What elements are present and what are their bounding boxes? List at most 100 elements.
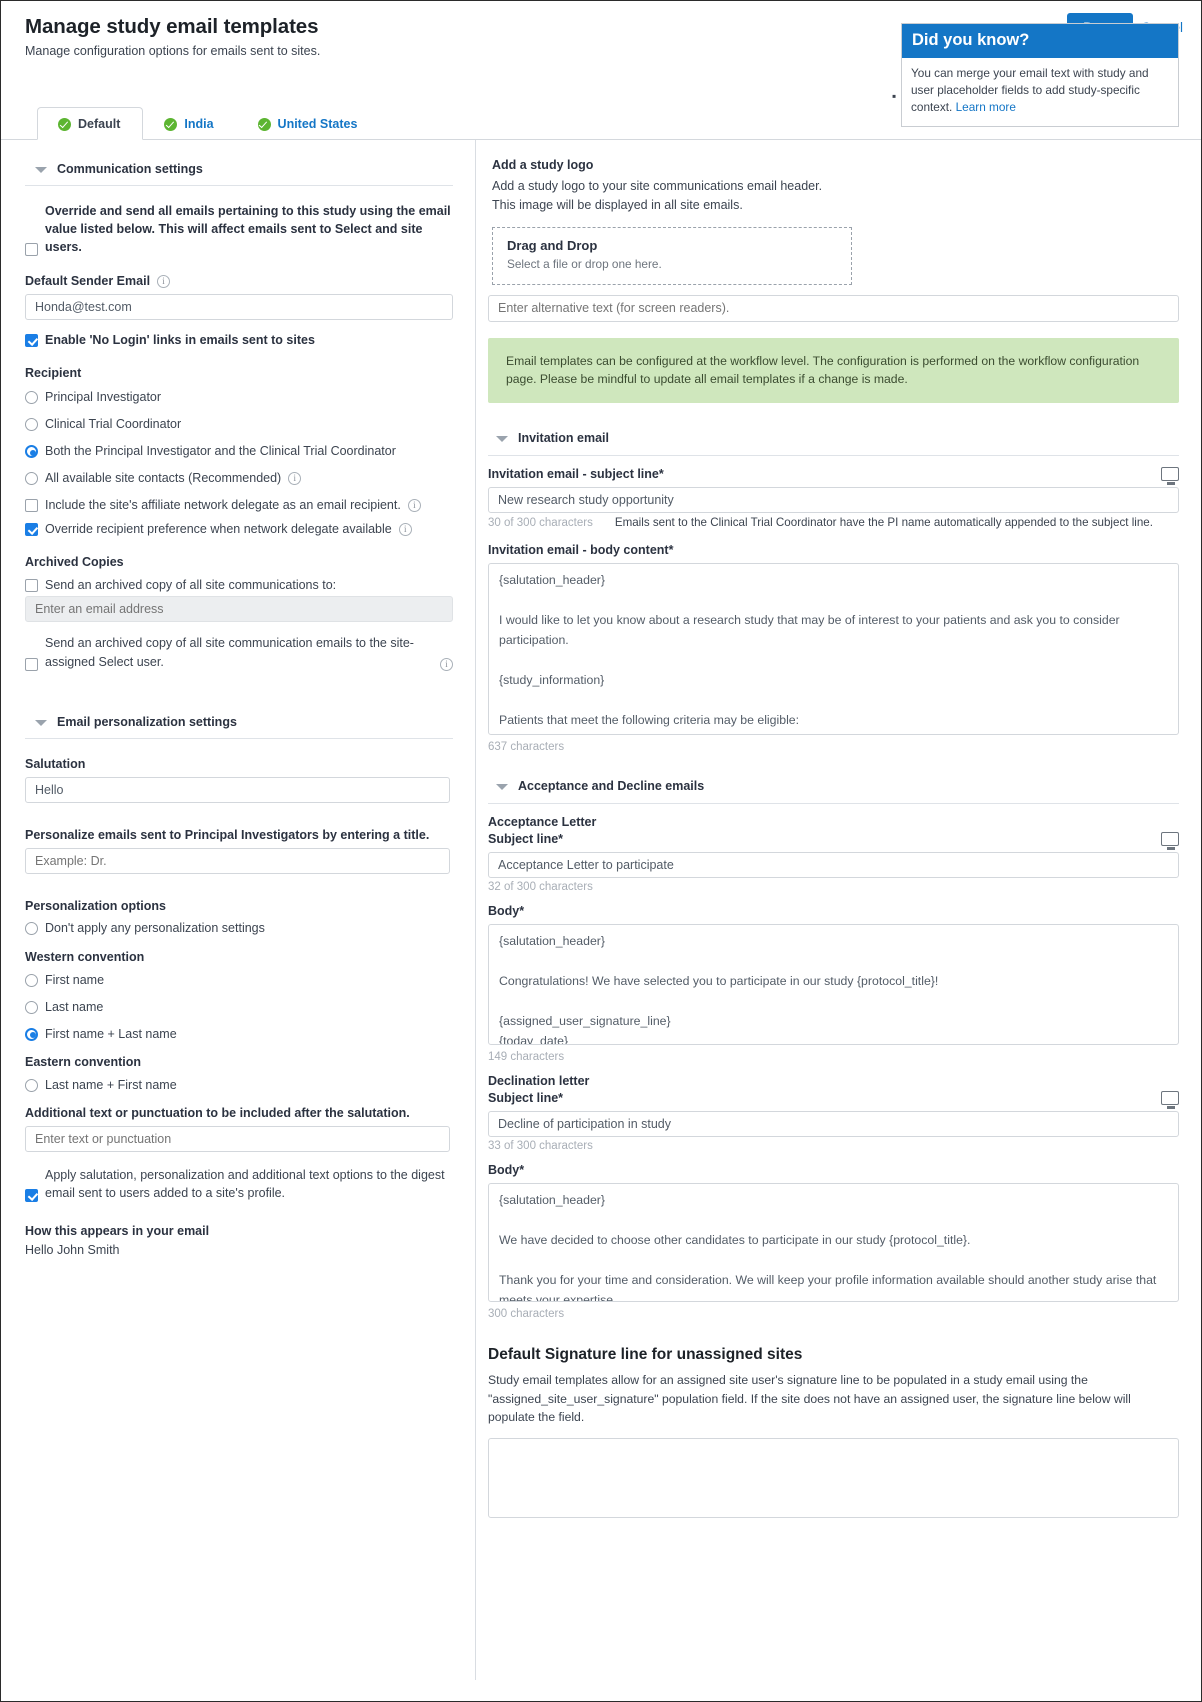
divider [488,455,1179,457]
recipient-radio-all-site-contacts[interactable] [25,472,38,486]
acceptance-subject-input[interactable] [488,852,1179,879]
info-icon[interactable]: i [288,471,302,485]
acceptance-decline-header[interactable]: Acceptance and Decline emails [496,779,1179,793]
additional-text-label: Additional text or punctuation to be inc… [25,1105,410,1120]
did-you-know-title: Did you know? [902,24,1178,58]
logo-alt-text-input[interactable] [488,294,1179,322]
archived-email-input[interactable] [25,596,453,623]
western-option-label: First name [45,972,105,987]
divider [25,185,453,186]
default-signature-title: Default Signature line for unassigned si… [488,1346,803,1364]
affiliate-delegate-checkbox[interactable] [25,499,38,513]
tab-united-states[interactable]: United States [237,107,381,140]
acceptance-subject-label: Subject line* [488,832,564,847]
default-signature-textarea[interactable] [488,1438,1179,1519]
left-column: Communication settings Override and send… [1,140,475,1680]
did-you-know-body: ▪ You can merge your email text with stu… [892,58,1178,126]
archived-select-user-checkbox[interactable] [25,657,38,671]
salutation-input[interactable] [25,776,450,803]
chevron-down-icon [35,167,47,173]
chevron-down-icon [35,719,47,726]
dropzone-subtitle: Select a file or drop one here. [507,256,662,271]
archived-select-user-label: Send an archived copy of all site commun… [45,636,414,669]
section-title: Invitation email [518,431,609,446]
invitation-email-header[interactable]: Invitation email [496,431,1179,445]
personalization-option-label: Don't apply any personalization settings [45,920,265,935]
check-circle-icon [58,117,71,131]
additional-text-input[interactable] [25,1125,450,1152]
tab-default[interactable]: Default [37,107,144,140]
declination-body-counter: 300 characters [488,1308,565,1321]
section-title: Communication settings [57,162,203,176]
archived-copy-checkbox[interactable] [25,579,38,593]
preview-monitor-icon[interactable] [1161,1091,1179,1109]
email-personalization-header[interactable]: Email personalization settings [35,715,453,729]
western-radio-last-name[interactable] [25,1000,38,1014]
email-preview-title: How this appears in your email [25,1223,210,1238]
override-recipient-preference-label: Override recipient preference when netwo… [45,522,392,537]
western-convention-title: Western convention [25,949,145,964]
workflow-notice: Email templates can be configured at the… [488,337,1179,404]
info-icon[interactable]: i [440,657,453,671]
invitation-subject-counter: 30 of 300 characters [488,517,593,530]
tab-label: India [184,117,214,131]
digest-email-label: Apply salutation, personalization and ad… [45,1167,445,1200]
declination-subject-input[interactable] [488,1111,1179,1138]
default-sender-email-label: Default Sender Email [25,274,151,289]
personalization-radio-none[interactable] [25,921,38,935]
bullet-icon: ▪ [892,89,897,103]
declination-subject-label: Subject line* [488,1091,564,1106]
right-column: Did you know? ▪ You can merge your email… [475,23,1201,1680]
recipient-radio-principal-investigator[interactable] [25,391,38,405]
info-icon[interactable]: i [398,522,412,536]
tab-label: Default [78,117,121,131]
learn-more-link[interactable]: Learn more [956,100,1016,114]
chevron-down-icon [496,784,508,791]
archived-copies-title: Archived Copies [25,555,124,570]
tab-india[interactable]: India [143,107,236,140]
western-option-label: First name + Last name [45,1026,177,1041]
logo-dropzone[interactable]: Drag and Drop Select a file or drop one … [492,226,852,285]
western-radio-first-name[interactable] [25,973,38,987]
invitation-subject-label: Invitation email - subject line* [488,467,664,482]
preview-monitor-icon[interactable] [1161,467,1179,485]
digest-email-checkbox[interactable] [25,1188,38,1202]
did-you-know-callout: Did you know? ▪ You can merge your email… [892,23,1179,127]
invitation-body-textarea[interactable]: {salutation_header} I would like to let … [488,563,1179,736]
declination-letter-title: Declination letter [488,1074,590,1089]
acceptance-body-counter: 149 characters [488,1051,565,1064]
chevron-down-icon [496,436,508,443]
info-icon[interactable]: i [407,498,421,512]
declination-subject-counter: 33 of 300 characters [488,1140,593,1153]
invitation-body-counter: 637 characters [488,741,565,754]
default-sender-email-input[interactable] [25,294,453,321]
acceptance-body-label: Body* [488,904,525,919]
app-window: Manage study email templates Manage conf… [0,0,1202,1702]
invitation-body-label: Invitation email - body content* [488,543,674,558]
preview-monitor-icon[interactable] [1161,832,1179,850]
western-radio-first-last[interactable] [25,1027,38,1041]
no-login-links-checkbox[interactable] [25,334,38,348]
recipient-radio-clinical-trial-coordinator[interactable] [25,418,38,432]
recipient-option-label: Both the Principal Investigator and the … [45,444,396,459]
check-circle-icon [164,117,178,131]
override-sender-checkbox[interactable] [25,243,38,257]
declination-body-textarea[interactable]: {salutation_header} We have decided to c… [488,1183,1179,1303]
communication-settings-header[interactable]: Communication settings [35,162,453,176]
pi-title-input[interactable] [25,847,450,874]
no-login-links-label: Enable 'No Login' links in emails sent t… [45,333,315,348]
invitation-subject-input[interactable] [488,487,1179,514]
override-recipient-preference-checkbox[interactable] [25,523,38,537]
divider [25,737,453,739]
recipient-radio-both[interactable] [25,445,38,459]
acceptance-body-textarea[interactable]: {salutation_header} Congratulations! We … [488,924,1179,1046]
recipient-option-label: All available site contacts (Recommended… [45,471,282,486]
eastern-radio-last-first[interactable] [25,1078,38,1092]
check-circle-icon [257,117,271,131]
default-signature-desc: Study email templates allow for an assig… [488,1373,1131,1424]
western-option-label: Last name [45,999,104,1014]
info-icon[interactable]: i [157,274,171,288]
personalization-options-title: Personalization options [25,898,166,913]
add-study-logo-title: Add a study logo [492,158,594,172]
invitation-subject-note: Emails sent to the Clinical Trial Coordi… [614,516,1153,530]
